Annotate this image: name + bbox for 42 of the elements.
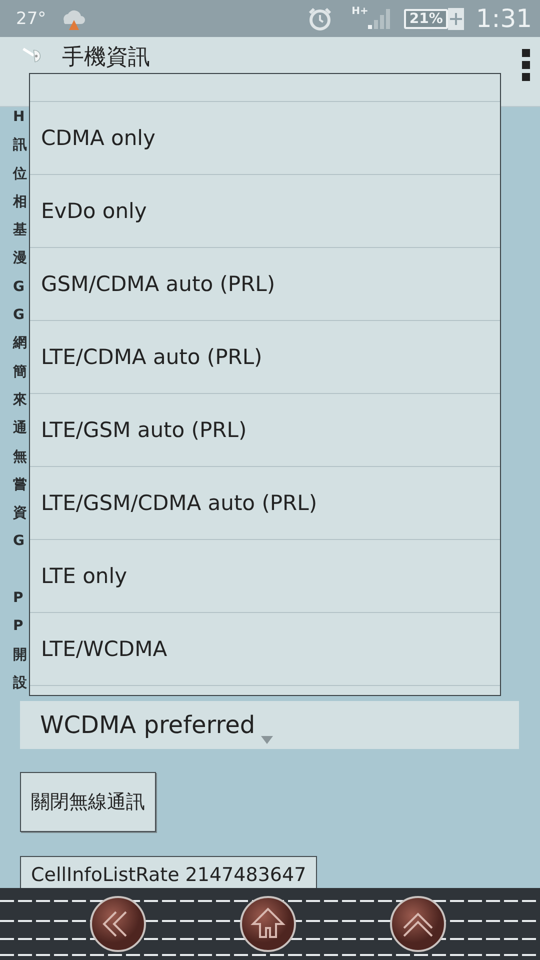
info-label: 開 [13,646,27,665]
info-label: 相 [13,192,27,212]
network-option[interactable]: CDMA only [30,102,500,175]
network-option[interactable]: GSM/CDMA auto (PRL) [30,248,500,321]
caret-icon [261,736,274,744]
network-option[interactable]: LTE/GSM/CDMA auto (PRL) [30,467,500,540]
info-label: 漫 [13,249,27,268]
info-label: G [13,306,26,326]
network-option[interactable]: LTE/WCDMA [30,613,500,686]
info-label: 通 [13,419,27,438]
info-label: 無 [13,448,27,467]
info-label: G [13,278,26,297]
info-label: 嘗 [13,476,27,495]
info-label: 資 [13,504,27,524]
network-option[interactable]: LTE/CDMA auto (PRL) [30,321,500,394]
info-label: P [13,617,24,636]
network-option[interactable]: LTE/GSM auto (PRL) [30,394,500,467]
alarm-icon [308,6,332,30]
window-title: 手機資訊 [62,45,151,71]
radio-off-button[interactable]: 關閉無線通訊 [20,772,156,832]
network-option[interactable]: LTE only [30,540,500,613]
info-label: 訊 [13,136,27,156]
back-button[interactable] [90,896,146,952]
info-label: G [13,532,26,552]
charging-icon [448,8,464,30]
info-label: 位 [13,164,27,184]
home-button[interactable] [240,896,296,952]
rate-button[interactable]: CellInfoListRate 2147483647 [20,856,318,888]
info-label: H [13,108,26,127]
info-label: 設 [13,674,27,693]
network-type-spinner[interactable]: WCDMA preferred [20,701,519,750]
temperature: 27° [16,8,46,28]
info-label: 來 [13,390,27,410]
network-option[interactable]: EvDo only [30,175,500,248]
network-type: H+ [352,6,368,17]
info-label: P [13,589,24,608]
info-label: 網 [13,334,27,354]
info-label: 基 [13,221,27,240]
info-label: 簡 [13,362,27,382]
battery-level: 21% [404,8,448,28]
recent-apps-button[interactable] [390,896,446,952]
clock: 1:31 [476,4,532,33]
